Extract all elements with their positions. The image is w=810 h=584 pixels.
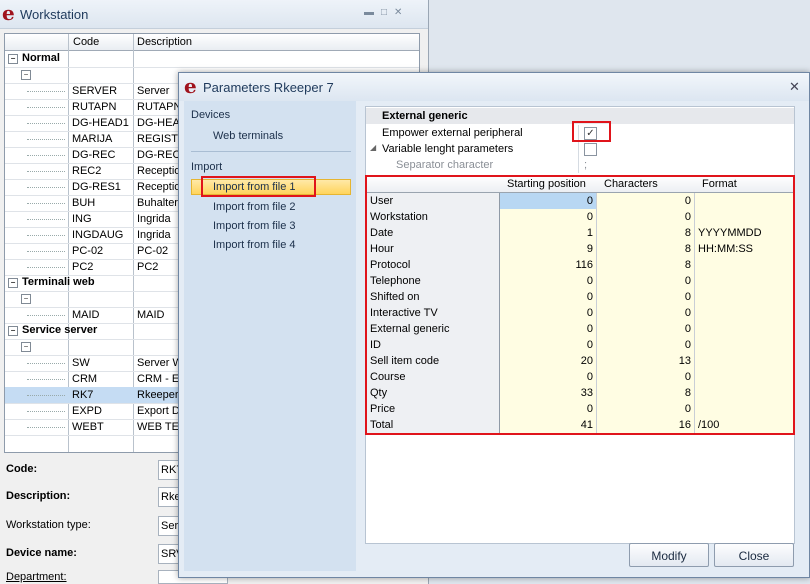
cell-code: DG-REC [72, 149, 116, 161]
cell-description: Buhalteri [137, 197, 181, 209]
collapse-icon[interactable]: − [8, 278, 18, 288]
property-separator-row: Separator character ; [366, 157, 794, 173]
dialog-titlebar: e Parameters Rkeeper 7 ✕ [179, 73, 809, 101]
cell-description: RUTAPN [137, 101, 182, 113]
cell-description: Receptio [137, 181, 181, 193]
cell-code: PC2 [72, 261, 94, 273]
close-button[interactable]: Close [714, 543, 794, 567]
cell-description: Export D [137, 405, 180, 417]
cell-code: INGDAUG [72, 229, 124, 241]
department-label: Department: [6, 571, 67, 583]
cell-description: Ingrida [137, 213, 171, 225]
highlight-frame [572, 121, 611, 142]
maximize-icon[interactable]: □ [381, 7, 387, 18]
nav-section-devices[interactable]: Devices [191, 109, 230, 121]
property-variable-row: ◢ Variable lenght parameters [366, 141, 794, 157]
cell-code: RK7 [72, 389, 94, 401]
nav-section-import[interactable]: Import [191, 161, 222, 173]
cell-code: SERVER [72, 85, 118, 97]
dialog-title: Parameters Rkeeper 7 [203, 80, 334, 95]
cell-code: DG-HEAD1 [72, 117, 129, 129]
collapse-icon[interactable]: − [21, 294, 31, 304]
empower-label: Empower external peripheral [382, 127, 523, 139]
parameters-dialog: e Parameters Rkeeper 7 ✕ Devices Web ter… [178, 72, 810, 578]
collapse-icon[interactable]: − [21, 70, 31, 80]
cell-description: Receptio [137, 165, 181, 177]
cell-code: SW [72, 357, 90, 369]
nav-item-import-file-2[interactable]: Import from file 2 [213, 201, 296, 213]
property-category: External generic [382, 110, 468, 122]
description-label: Description: [6, 490, 71, 502]
close-icon[interactable]: ✕ [789, 79, 800, 95]
modify-button[interactable]: Modify [629, 543, 709, 567]
device-name-label: Device name: [6, 547, 77, 559]
separator-label: Separator character [396, 159, 494, 171]
collapse-icon[interactable]: − [8, 326, 18, 336]
cell-code: CRM [72, 373, 98, 385]
collapse-icon[interactable]: − [8, 54, 18, 64]
grid-group-label: Normal [22, 52, 60, 64]
expand-arrow-icon[interactable]: ◢ [370, 143, 376, 152]
cell-description: Server W [137, 357, 183, 369]
cell-code: ING [72, 213, 92, 225]
cell-description: PC2 [137, 261, 159, 273]
grid-group[interactable]: − Normal [5, 51, 419, 68]
cell-description: Ingrida [137, 229, 171, 241]
highlight-frame [365, 175, 795, 435]
variable-length-label: Variable lenght parameters [382, 143, 514, 155]
grid-group-label: Terminali web [22, 276, 95, 288]
separator-value[interactable]: ; [584, 159, 587, 171]
cell-code: WEBT [72, 421, 104, 433]
cell-code: PC-02 [72, 245, 104, 257]
minimize-icon[interactable]: ▬ [364, 7, 374, 18]
app-logo-icon: e [2, 1, 15, 25]
cell-code: EXPD [72, 405, 102, 417]
cell-description: Rkeeper [137, 389, 179, 401]
app-logo-icon: e [184, 74, 197, 98]
collapse-icon[interactable]: − [21, 342, 31, 352]
nav-item-web-terminals[interactable]: Web terminals [213, 130, 283, 142]
workstation-titlebar: e Workstation ▬ □ ✕ [0, 0, 428, 29]
grid-header-description[interactable]: Description [137, 36, 192, 48]
cell-description: DG-REC [137, 149, 181, 161]
cell-code: BUH [72, 197, 96, 209]
code-label: Code: [6, 463, 38, 475]
grid-header-code[interactable]: Code [73, 36, 99, 48]
workstation-type-label: Workstation type: [6, 519, 91, 531]
workstation-title: Workstation [20, 7, 89, 22]
cell-description: Server [137, 85, 170, 97]
cell-code: MARIJA [72, 133, 113, 145]
cell-description: PC-02 [137, 245, 169, 257]
close-icon[interactable]: ✕ [394, 7, 402, 18]
cell-code: REC2 [72, 165, 102, 177]
window-controls: ▬ □ ✕ [364, 7, 402, 18]
cell-description: MAID [137, 309, 165, 321]
highlight-frame [201, 176, 316, 197]
grid-group-label: Service server [22, 324, 98, 336]
dialog-nav: Devices Web terminals Import Import from… [184, 101, 356, 571]
nav-item-import-file-3[interactable]: Import from file 3 [213, 220, 296, 232]
cell-code: MAID [72, 309, 100, 321]
variable-length-checkbox[interactable] [584, 143, 597, 156]
cell-code: DG-RES1 [72, 181, 121, 193]
nav-divider [191, 151, 351, 152]
cell-description: CRM - Er [137, 373, 183, 385]
nav-item-import-file-4[interactable]: Import from file 4 [213, 239, 296, 251]
cell-code: RUTAPN [72, 101, 117, 113]
